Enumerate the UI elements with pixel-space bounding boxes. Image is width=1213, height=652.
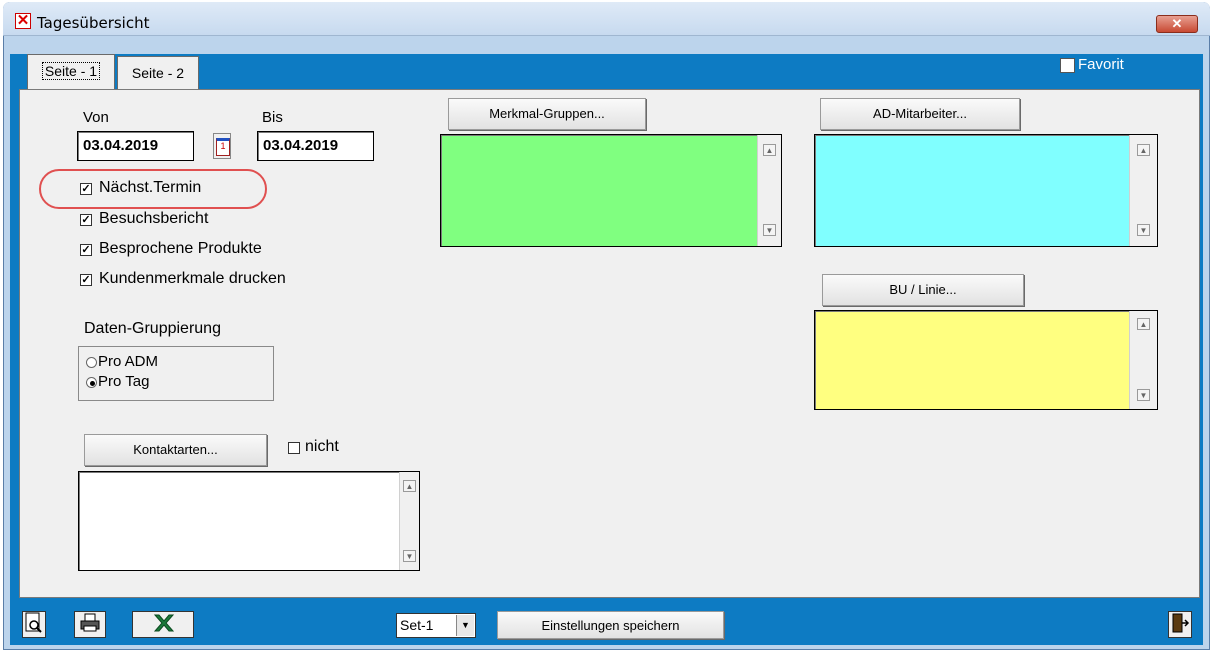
tab-label: Seite - 1 — [41, 62, 101, 80]
von-label: Von — [83, 109, 109, 126]
ad-mitarbeiter-button[interactable]: AD-Mitarbeiter... — [820, 98, 1020, 130]
print-button[interactable] — [74, 611, 106, 638]
kontaktarten-list[interactable]: ▲ ▼ — [78, 471, 420, 571]
exit-button[interactable] — [1168, 611, 1192, 638]
scroll-up-icon[interactable]: ▲ — [1137, 318, 1150, 330]
preview-button[interactable] — [22, 611, 46, 638]
close-button[interactable]: ✕ — [1156, 15, 1198, 33]
kundenmerkmale-checkbox[interactable]: ✓ — [80, 274, 92, 286]
scrollbar[interactable]: ▲ ▼ — [1129, 311, 1157, 409]
print-icon — [80, 613, 100, 632]
calendar-button[interactable]: 1 — [213, 133, 231, 159]
pro-tag-radio[interactable] — [86, 377, 97, 388]
bis-label: Bis — [262, 109, 283, 126]
besuchsbericht-checkbox[interactable]: ✓ — [80, 214, 92, 226]
app-icon: ✕ — [15, 12, 31, 29]
besuchsbericht-label: Besuchsbericht — [99, 210, 209, 227]
bu-linie-button[interactable]: BU / Linie... — [822, 274, 1024, 306]
scrollbar[interactable]: ▲ ▼ — [1129, 135, 1157, 246]
pro-adm-label: Pro ADM — [98, 353, 159, 370]
kundenmerkmale-label: Kundenmerkmale drucken — [99, 270, 286, 287]
pro-tag-label: Pro Tag — [98, 373, 150, 390]
scroll-down-icon[interactable]: ▼ — [1137, 224, 1150, 236]
calendar-icon: 1 — [216, 138, 230, 156]
scroll-down-icon[interactable]: ▼ — [403, 550, 416, 562]
highlight-annotation — [39, 169, 267, 209]
scroll-up-icon[interactable]: ▲ — [403, 480, 416, 492]
grouping-title: Daten-Gruppierung — [84, 320, 221, 337]
bu-linie-list[interactable]: ▲ ▼ — [814, 310, 1158, 410]
besprochene-produkte-checkbox[interactable]: ✓ — [80, 244, 92, 256]
chevron-down-icon[interactable]: ▼ — [456, 615, 474, 636]
merkmal-gruppen-list[interactable]: ▲ ▼ — [440, 134, 782, 247]
nicht-checkbox[interactable] — [288, 442, 300, 454]
scrollbar[interactable]: ▲ ▼ — [399, 472, 419, 570]
tab-seite-1[interactable]: Seite - 1 — [27, 54, 115, 90]
excel-export-button[interactable] — [132, 611, 194, 638]
scroll-down-icon[interactable]: ▼ — [763, 224, 776, 236]
bis-date-field[interactable]: 03.04.2019 — [257, 131, 374, 161]
window-title: Tagesübersicht — [37, 14, 150, 32]
favorit-label: Favorit — [1078, 56, 1124, 73]
tab-seite-2[interactable]: Seite - 2 — [117, 56, 199, 90]
scroll-down-icon[interactable]: ▼ — [1137, 389, 1150, 401]
kontaktarten-button[interactable]: Kontaktarten... — [84, 434, 267, 466]
scroll-up-icon[interactable]: ▲ — [1137, 144, 1150, 156]
title-bar — [3, 2, 1210, 36]
excel-icon — [153, 614, 175, 632]
exit-icon — [1172, 613, 1190, 633]
besprochene-produkte-label: Besprochene Produkte — [99, 240, 262, 257]
scrollbar[interactable]: ▲ ▼ — [757, 135, 781, 246]
scroll-up-icon[interactable]: ▲ — [763, 144, 776, 156]
merkmal-gruppen-button[interactable]: Merkmal-Gruppen... — [448, 98, 646, 130]
favorit-checkbox[interactable] — [1060, 58, 1075, 73]
save-settings-button[interactable]: Einstellungen speichern — [497, 611, 724, 639]
ad-mitarbeiter-list[interactable]: ▲ ▼ — [814, 134, 1158, 247]
pro-adm-radio[interactable] — [86, 357, 97, 368]
preview-icon — [25, 612, 42, 633]
von-date-field[interactable]: 03.04.2019 — [77, 131, 194, 161]
nicht-label: nicht — [305, 438, 339, 455]
